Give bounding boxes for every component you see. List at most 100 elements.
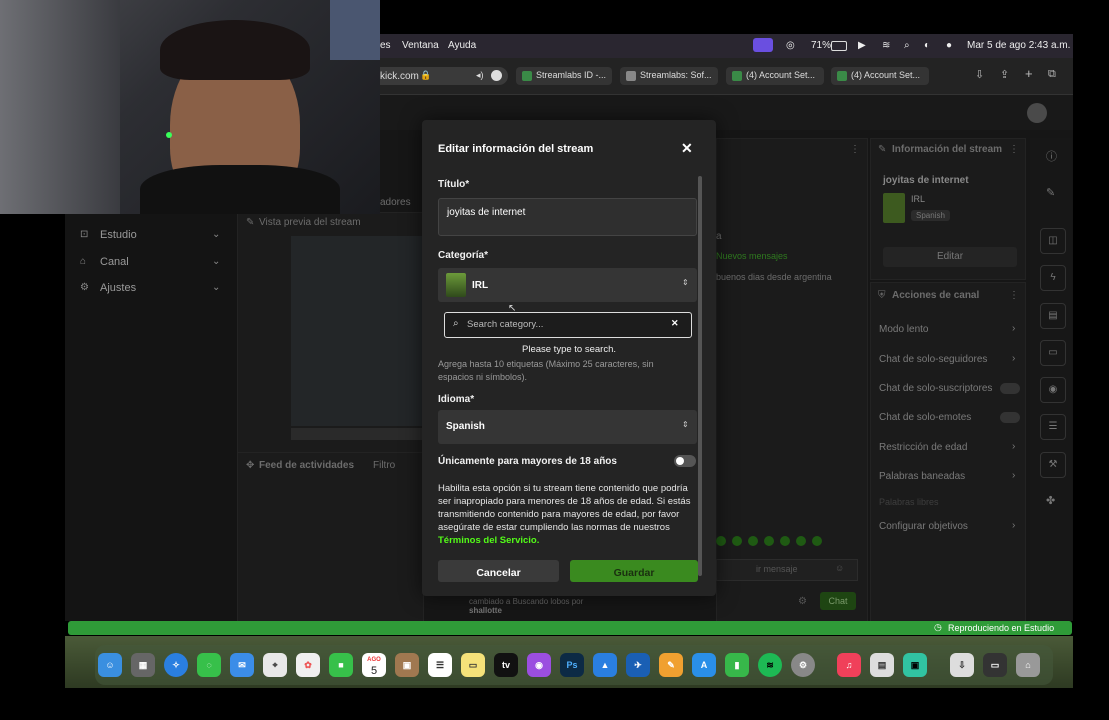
emote-icon[interactable]	[812, 536, 822, 546]
launchpad-icon[interactable]: ▦	[131, 653, 155, 677]
category-search-input[interactable]: ⌕ Search category... ✕	[444, 312, 692, 338]
messages-icon[interactable]: ◌	[197, 653, 221, 677]
more-icon[interactable]	[491, 70, 502, 81]
download-icon[interactable]: ⇩	[975, 68, 984, 81]
downloads-icon[interactable]: ⇩	[950, 653, 974, 677]
speaker-icon[interactable]: ◂)	[476, 70, 484, 81]
action-free-words[interactable]: Palabras libres	[879, 497, 939, 507]
browser-tab[interactable]: Streamlabs: Sof...	[620, 67, 718, 85]
trash-icon[interactable]: ⌂	[1016, 653, 1040, 677]
chevron-down-icon[interactable]: ⌄	[212, 282, 220, 293]
action-emotes-only[interactable]: Chat de solo-emotes	[879, 412, 971, 423]
kebab-icon[interactable]: ⋮	[1009, 144, 1019, 155]
chevron-down-icon[interactable]: ⌄	[212, 256, 220, 267]
action-slow-mode[interactable]: Modo lento	[879, 324, 928, 335]
desktop-icon[interactable]: ▭	[983, 653, 1007, 677]
nav-item-channel[interactable]: Canal	[100, 256, 129, 268]
clear-search-icon[interactable]: ✕	[671, 318, 679, 329]
mail-icon[interactable]: ✉	[230, 653, 254, 677]
podcasts-icon[interactable]: ◉	[527, 653, 551, 677]
terms-link[interactable]: Términos del Servicio.	[438, 535, 539, 546]
music-icon[interactable]: ♫	[837, 653, 861, 677]
maps-icon[interactable]: ⌖	[263, 653, 287, 677]
menu-item-help[interactable]: Ayuda	[448, 40, 476, 51]
emote-icon[interactable]	[732, 536, 742, 546]
siri-icon[interactable]: ●	[946, 40, 952, 51]
finder-icon[interactable]: ☺	[98, 653, 122, 677]
testflight-icon[interactable]: ✈	[626, 653, 650, 677]
wifi-icon[interactable]: ≋	[882, 40, 890, 51]
emote-icon[interactable]	[748, 536, 758, 546]
puzzle-icon[interactable]: ✤	[1046, 494, 1055, 507]
control-center-icon[interactable]: ◐	[924, 40, 930, 51]
wrench-icon[interactable]: ⚒	[1040, 452, 1066, 478]
save-button[interactable]: Guardar	[570, 560, 698, 582]
emote-icon[interactable]	[716, 536, 726, 546]
chevron-right-icon[interactable]: ›	[1012, 323, 1015, 334]
streamlabs-icon[interactable]: ▣	[903, 653, 927, 677]
play-icon[interactable]: ▶	[858, 40, 866, 51]
chevron-right-icon[interactable]: ›	[1012, 470, 1015, 481]
reminders-icon[interactable]: ☰	[428, 653, 452, 677]
spotify-icon[interactable]: ≋	[758, 653, 782, 677]
menu-item-partial[interactable]: es	[380, 40, 391, 51]
note-icon[interactable]: ▤	[1040, 303, 1066, 329]
chevron-right-icon[interactable]: ›	[1012, 520, 1015, 531]
broadcast-icon[interactable]: ◉	[1040, 377, 1066, 403]
layers-icon[interactable]: ☰	[1040, 414, 1066, 440]
safari-icon[interactable]: ✧	[164, 653, 188, 677]
browser-tab[interactable]: (4) Account Set...	[831, 67, 929, 85]
appstore-icon[interactable]: A	[692, 653, 716, 677]
settings-icon[interactable]: ⚙	[791, 653, 815, 677]
kebab-icon[interactable]: ⋮	[850, 144, 860, 155]
nav-item-studio[interactable]: Estudio	[100, 229, 137, 241]
action-goals[interactable]: Configurar objetivos	[879, 521, 968, 532]
tv-icon[interactable]: tv	[494, 653, 518, 677]
cloud-icon[interactable]: ◎	[786, 40, 795, 51]
pencil-icon[interactable]: ✎	[1046, 186, 1055, 199]
action-age-restriction[interactable]: Restricción de edad	[879, 442, 967, 453]
notes-icon[interactable]: ▭	[461, 653, 485, 677]
chevron-right-icon[interactable]: ›	[1012, 353, 1015, 364]
adult-toggle[interactable]	[674, 455, 696, 467]
new-tab-icon[interactable]: +	[1025, 66, 1033, 81]
kebab-icon[interactable]: ⋮	[1009, 290, 1019, 301]
send-chat-button[interactable]: Chat	[820, 592, 856, 610]
chat-bubble-icon[interactable]: ▭	[1040, 340, 1066, 366]
keynote-icon[interactable]: ▲	[593, 653, 617, 677]
action-subscribers-only[interactable]: Chat de solo-suscriptores	[879, 383, 992, 394]
modal-scrollbar[interactable]	[698, 176, 702, 576]
tool-icon[interactable]: ◫	[1040, 228, 1066, 254]
toggle-emotes-only[interactable]	[1000, 412, 1020, 423]
preview-icon[interactable]: ▤	[870, 653, 894, 677]
photos-icon[interactable]: ✿	[296, 653, 320, 677]
photoshop-icon[interactable]: Ps	[560, 653, 584, 677]
search-icon[interactable]: ⌕	[904, 40, 910, 51]
lightning-icon[interactable]: ϟ	[1040, 265, 1066, 291]
gear-icon[interactable]: ⚙	[798, 596, 807, 607]
toggle-subscribers-only[interactable]	[1000, 383, 1020, 394]
browser-tab[interactable]: (4) Account Set...	[726, 67, 824, 85]
activity-filter[interactable]: Filtro	[373, 460, 395, 471]
share-icon[interactable]: ⇪	[1000, 68, 1009, 81]
pages-icon[interactable]: ✎	[659, 653, 683, 677]
nav-item-settings[interactable]: Ajustes	[100, 282, 136, 294]
calendar-icon[interactable]: AGO 5	[362, 653, 386, 677]
emote-icon[interactable]	[796, 536, 806, 546]
browser-tab[interactable]: Streamlabs ID -...	[516, 67, 612, 85]
action-followers-only[interactable]: Chat de solo-seguidores	[879, 354, 987, 365]
category-select[interactable]: IRL ⇕	[438, 268, 697, 302]
facetime-icon[interactable]: ■	[329, 653, 353, 677]
chevron-right-icon[interactable]: ›	[1012, 441, 1015, 452]
numbers-icon[interactable]: ▮	[725, 653, 749, 677]
emote-icon[interactable]	[780, 536, 790, 546]
screen-record-icon[interactable]	[753, 38, 773, 52]
edit-stream-button[interactable]: Editar	[883, 247, 1017, 267]
emote-icon[interactable]	[764, 536, 774, 546]
tab-overview-icon[interactable]: ⧉	[1048, 68, 1056, 81]
battery-icon[interactable]	[831, 41, 847, 51]
user-avatar[interactable]	[1027, 103, 1047, 123]
emoji-icon[interactable]: ☺	[835, 563, 844, 573]
close-icon[interactable]: ✕	[681, 140, 693, 157]
action-banned-words[interactable]: Palabras baneadas	[879, 471, 965, 482]
